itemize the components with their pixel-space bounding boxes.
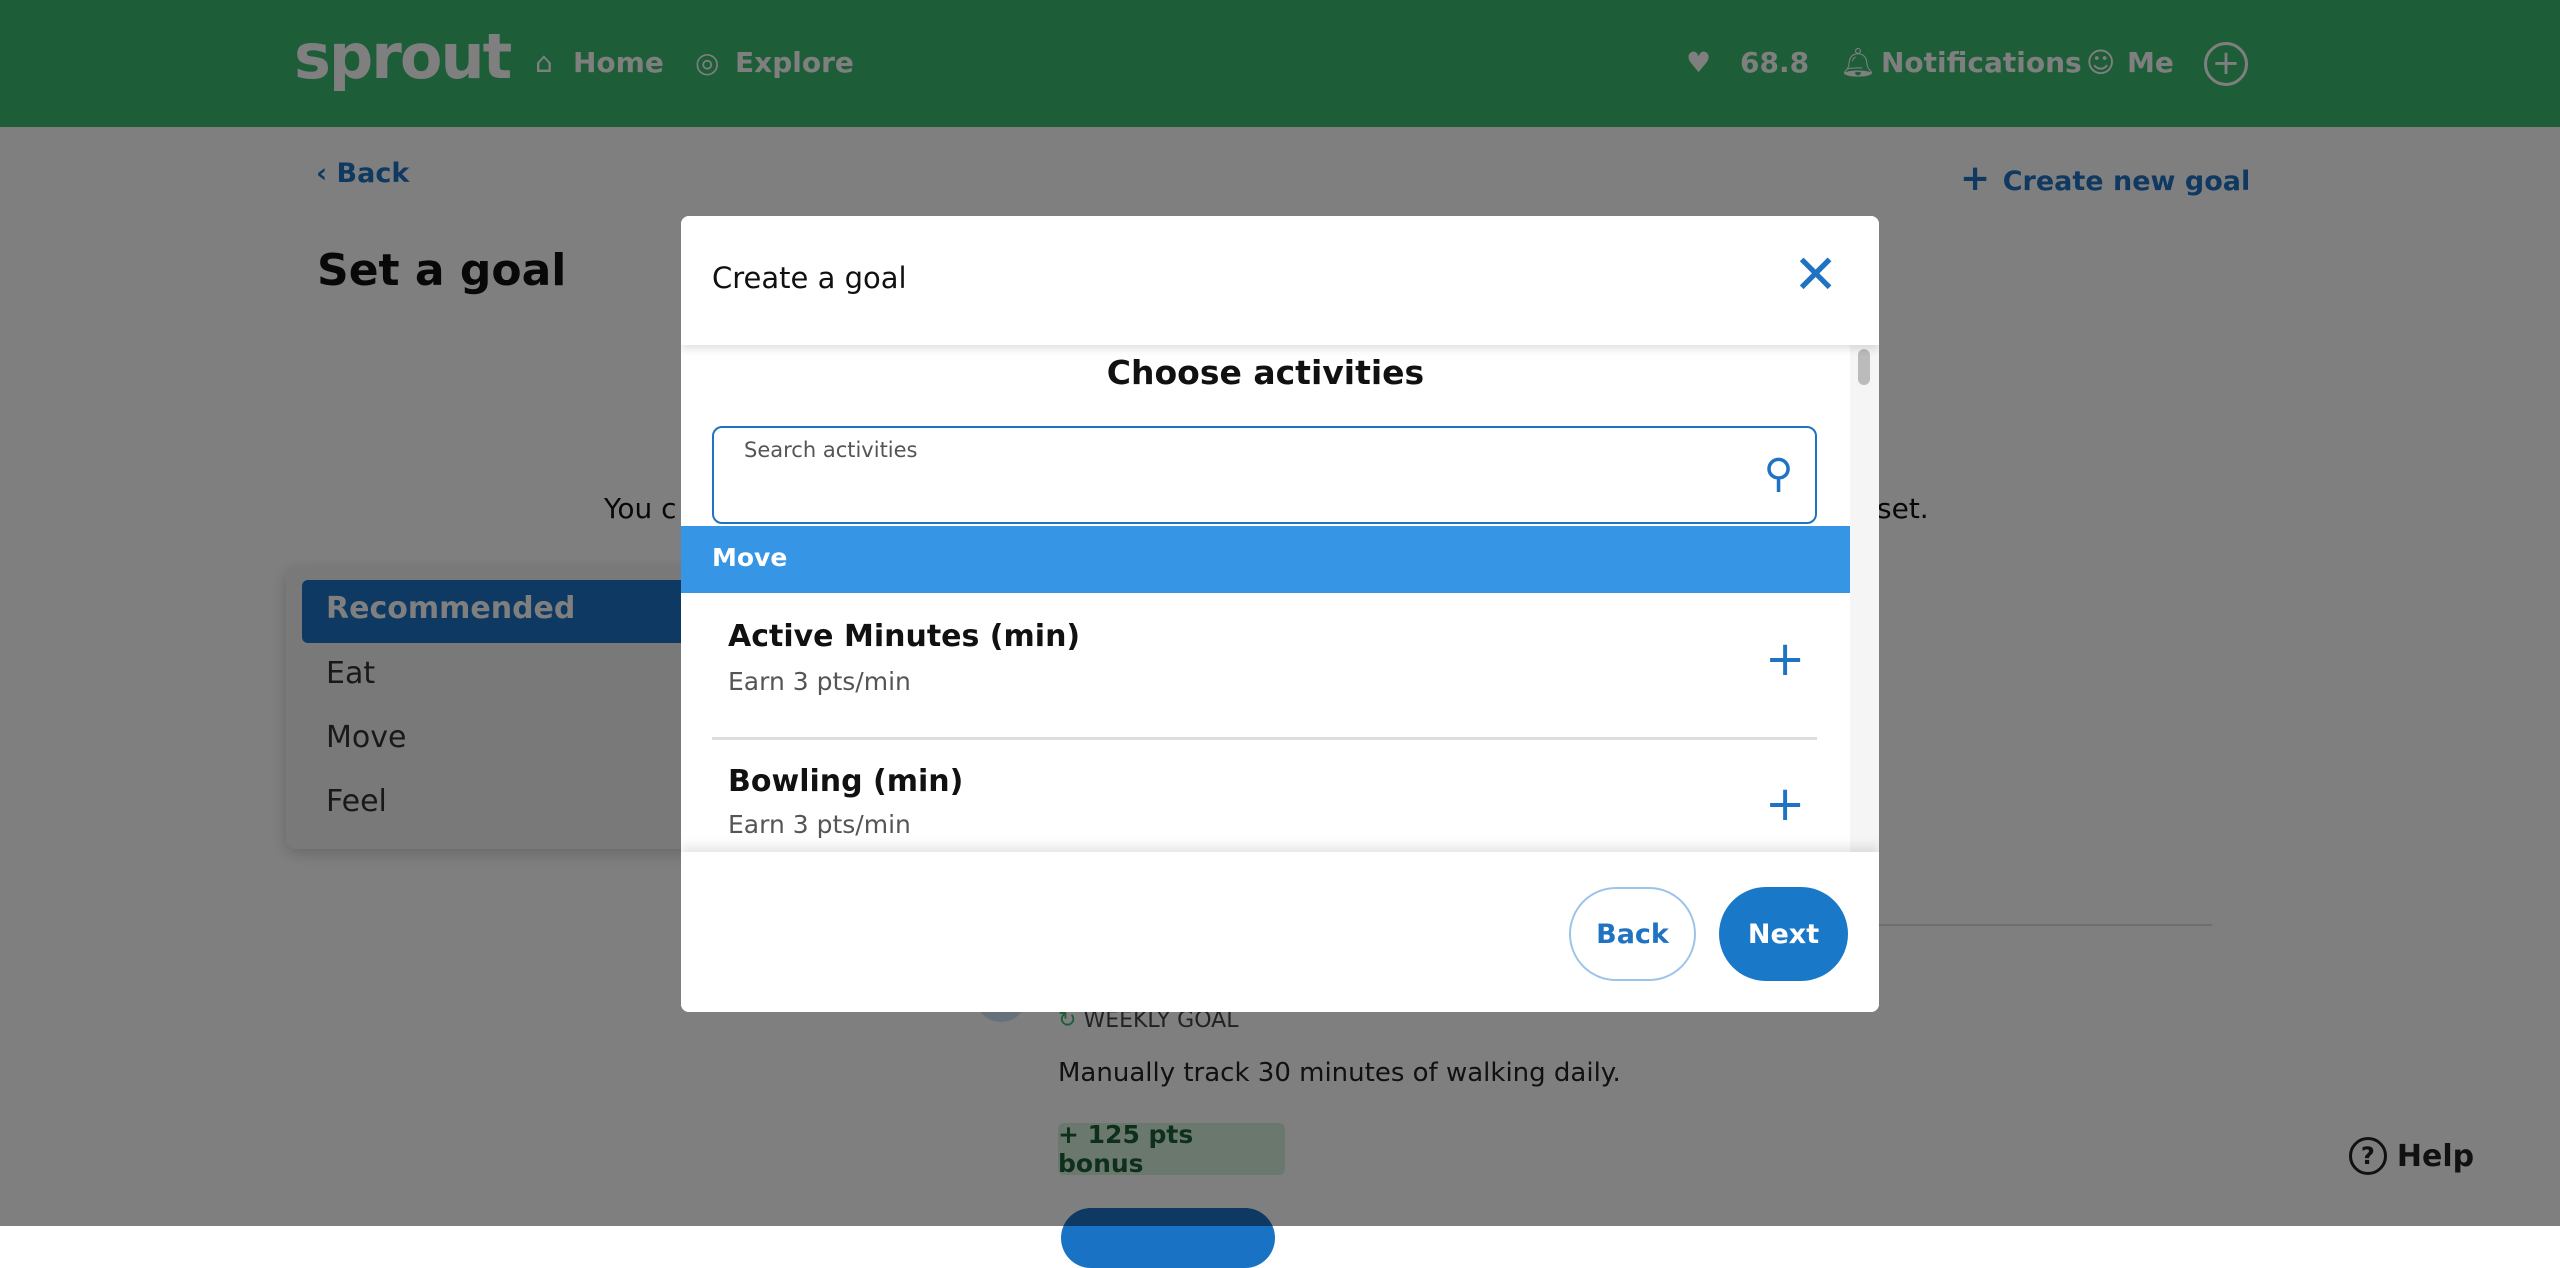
create-goal-modal: Create a goal ✕ Choose activities Search… bbox=[681, 216, 1879, 1012]
next-button[interactable]: Next bbox=[1719, 887, 1848, 981]
activity-title: Bowling (min) bbox=[728, 764, 964, 799]
scrollbar[interactable] bbox=[1850, 345, 1879, 852]
activity-points: Earn 3 pts/min bbox=[728, 667, 911, 696]
activity-item[interactable]: Active Minutes (min) Earn 3 pts/min + bbox=[681, 593, 1850, 738]
search-input[interactable]: Search activities ⚲ bbox=[712, 426, 1817, 524]
modal-footer: Back Next bbox=[681, 852, 1879, 1012]
back-button[interactable]: Back bbox=[1569, 887, 1696, 981]
modal-body: Choose activities Search activities ⚲ Mo… bbox=[681, 345, 1850, 852]
modal-header: Create a goal ✕ bbox=[681, 216, 1879, 345]
activity-points: Earn 3 pts/min bbox=[728, 810, 911, 839]
search-label: Search activities bbox=[744, 438, 918, 462]
choose-activities-heading: Choose activities bbox=[1106, 353, 1425, 392]
section-move: Move bbox=[681, 526, 1850, 593]
add-plus-icon[interactable]: + bbox=[1765, 780, 1805, 828]
close-icon[interactable]: ✕ bbox=[1793, 248, 1838, 302]
scrollbar-thumb[interactable] bbox=[1858, 349, 1870, 385]
search-icon[interactable]: ⚲ bbox=[1764, 451, 1793, 497]
activity-title: Active Minutes (min) bbox=[728, 619, 1081, 654]
modal-title: Create a goal bbox=[712, 261, 907, 295]
add-plus-icon[interactable]: + bbox=[1765, 635, 1805, 683]
